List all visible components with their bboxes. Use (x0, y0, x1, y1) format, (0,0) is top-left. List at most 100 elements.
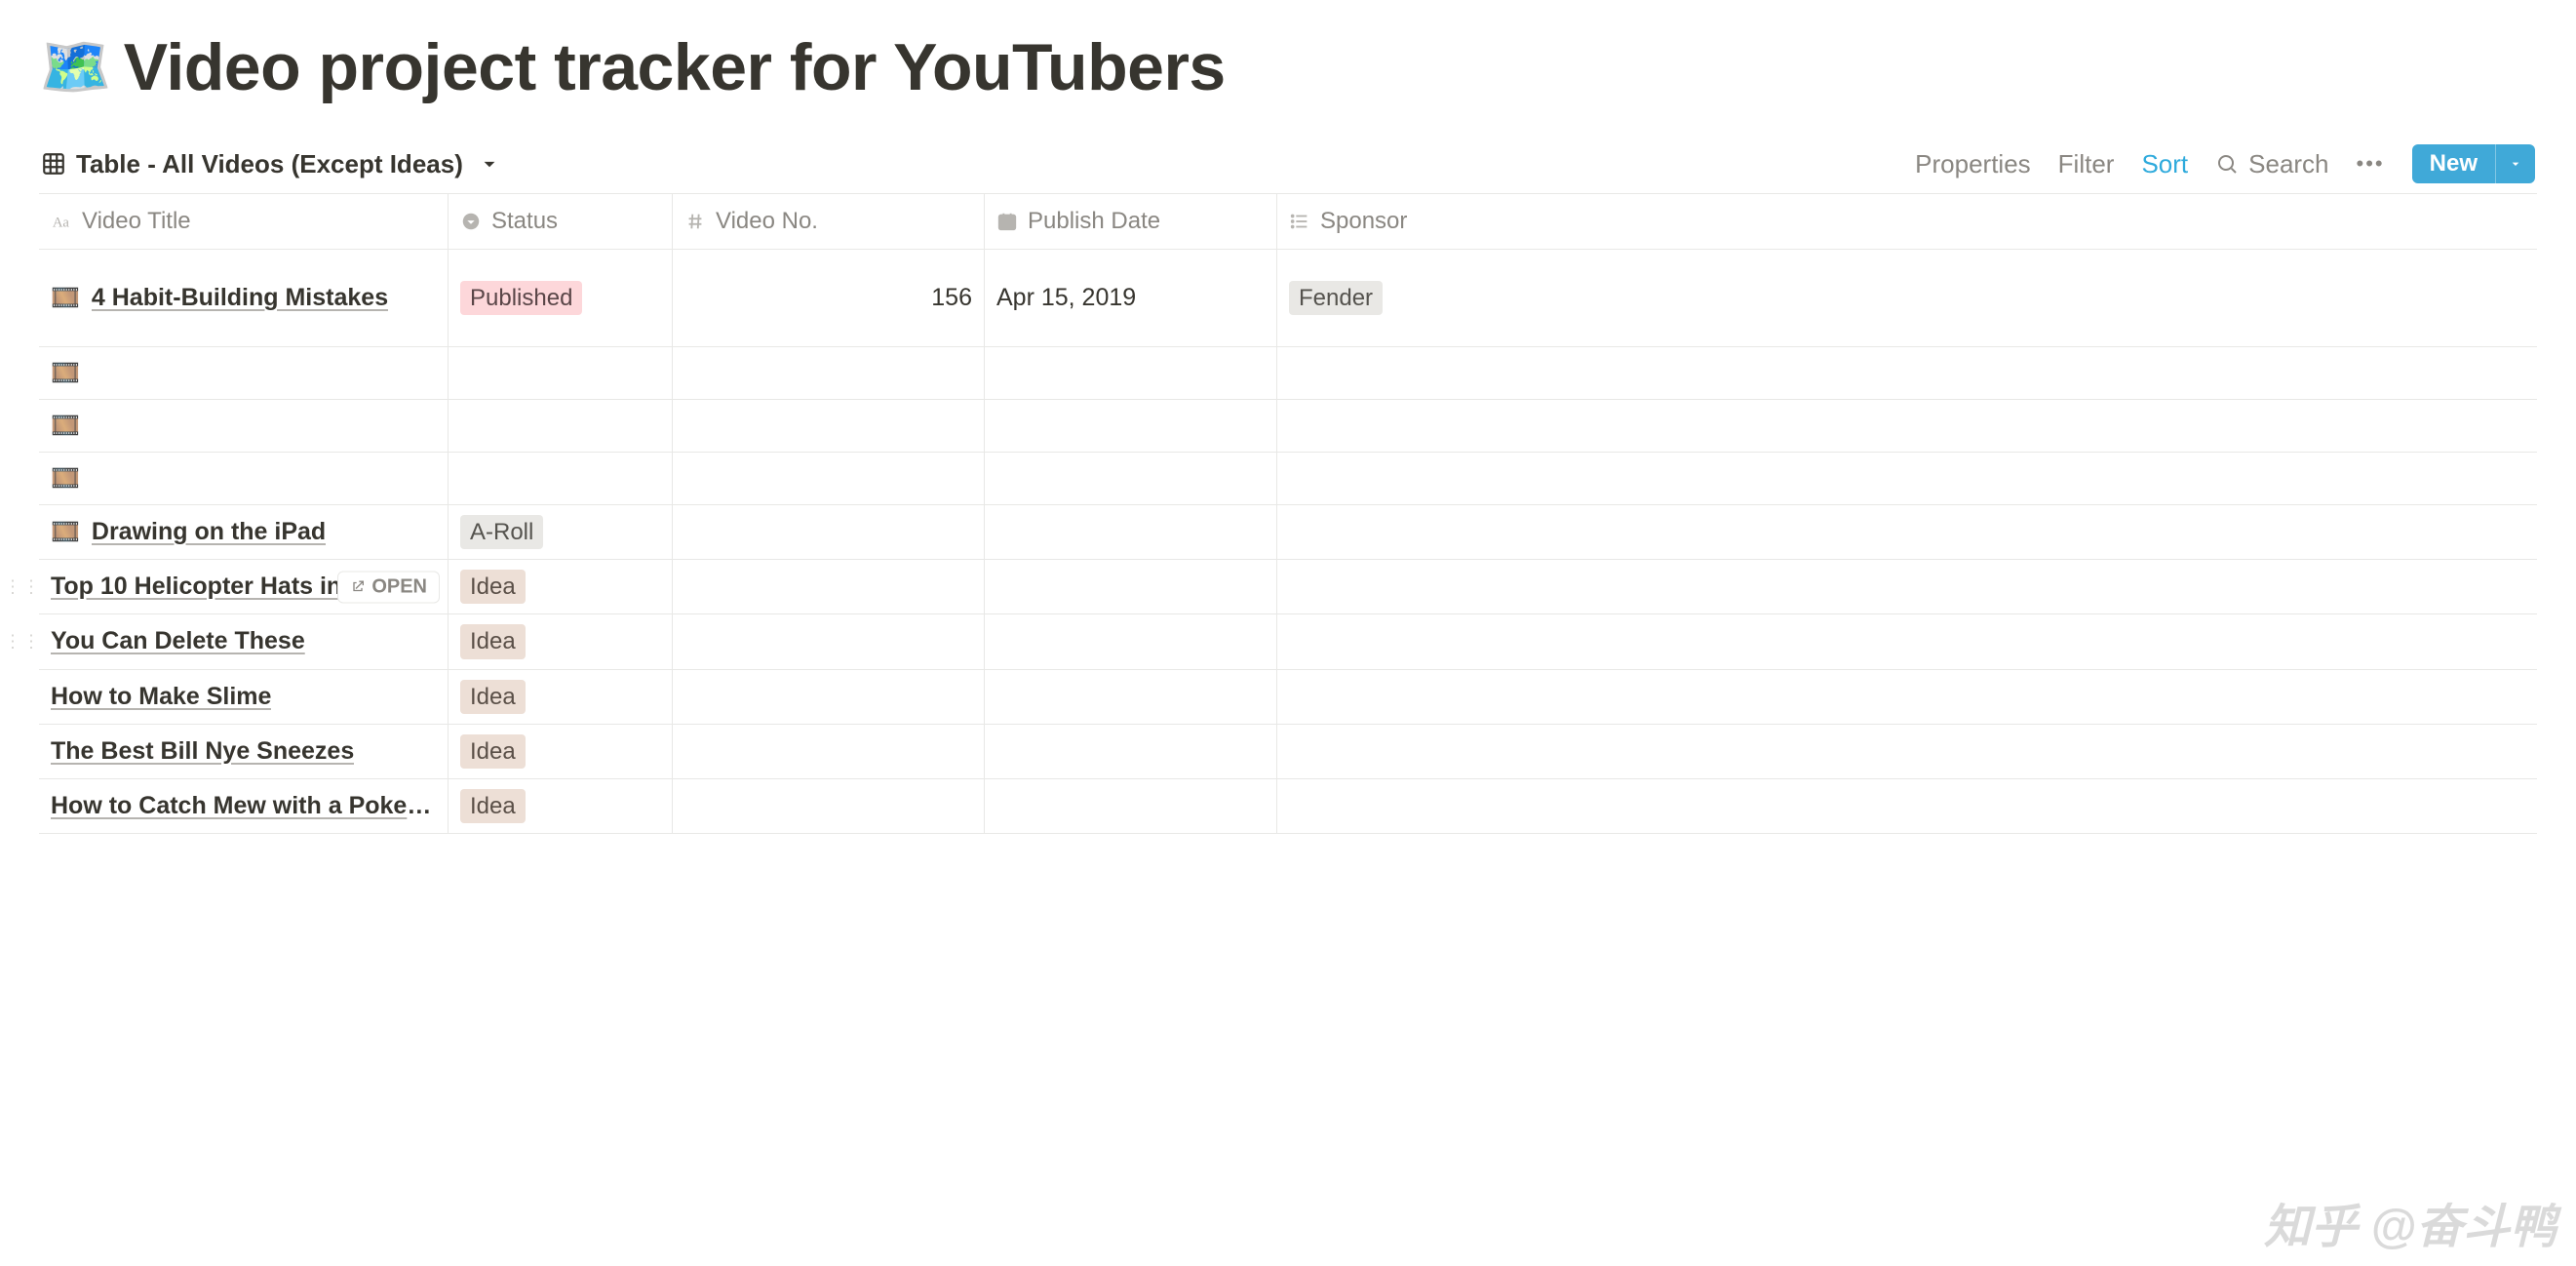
view-switcher[interactable]: Table - All Videos (Except Ideas) (41, 149, 502, 179)
publish-date-cell[interactable] (985, 505, 1277, 559)
table-row[interactable]: ⋮⋮Top 10 Helicopter Hats in MoviesOPENId… (39, 560, 2537, 614)
title-cell[interactable]: 🎞️ (39, 347, 449, 399)
sponsor-cell[interactable] (1277, 614, 1433, 668)
column-label: Publish Date (1028, 208, 1160, 235)
column-label: Status (491, 208, 558, 235)
page-title[interactable]: Video project tracker for YouTubers (124, 29, 1226, 105)
sponsor-cell[interactable] (1277, 453, 1433, 504)
title-cell[interactable]: 🎞️Drawing on the iPad (39, 505, 449, 559)
column-header-title[interactable]: Aa Video Title (39, 194, 449, 249)
video-no-cell[interactable] (673, 505, 985, 559)
video-no-cell[interactable]: 156 (673, 250, 985, 346)
publish-date-cell[interactable] (985, 560, 1277, 613)
page-row-icon: 🎞️ (51, 287, 80, 310)
open-page-button[interactable]: OPEN (337, 571, 440, 603)
status-cell[interactable]: A-Roll (449, 505, 673, 559)
publish-date-value: Apr 15, 2019 (996, 284, 1136, 312)
sponsor-cell[interactable] (1277, 560, 1433, 613)
status-cell[interactable]: Idea (449, 560, 673, 613)
column-header-publish-date[interactable]: Publish Date (985, 194, 1277, 249)
sponsor-cell[interactable] (1277, 347, 1433, 399)
column-header-sponsor[interactable]: Sponsor (1277, 194, 1433, 249)
properties-button[interactable]: Properties (1915, 149, 2031, 179)
table-row[interactable]: 🎞️4 Habit-Building MistakesPublished156 A… (39, 250, 2537, 347)
title-cell[interactable]: How to Make Slime (39, 670, 449, 724)
table-row[interactable]: 🎞️Drawing on the iPad A-Roll (39, 505, 2537, 560)
publish-date-cell[interactable] (985, 670, 1277, 724)
publish-date-cell[interactable] (985, 779, 1277, 833)
status-cell[interactable]: Published (449, 250, 673, 346)
title-cell[interactable]: You Can Delete These (39, 614, 449, 668)
table-row[interactable]: How to Make SlimeIdea (39, 670, 2537, 725)
select-property-icon (460, 211, 482, 232)
video-no-cell[interactable] (673, 779, 985, 833)
table-row[interactable]: How to Catch Mew with a Poke Ball Idea (39, 779, 2537, 834)
sponsor-cell[interactable]: Fender (1277, 250, 1433, 346)
table-body: 🎞️4 Habit-Building MistakesPublished156 A… (39, 250, 2537, 834)
publish-date-cell[interactable] (985, 400, 1277, 452)
sponsor-cell[interactable] (1277, 670, 1433, 724)
status-cell[interactable]: Idea (449, 670, 673, 724)
publish-date-cell[interactable] (985, 614, 1277, 668)
filter-button[interactable]: Filter (2058, 149, 2115, 179)
table-row[interactable]: ⋮⋮You Can Delete TheseIdea (39, 614, 2537, 669)
page-icon[interactable]: 🗺️ (39, 38, 112, 97)
title-cell[interactable]: Top 10 Helicopter Hats in MoviesOPEN (39, 560, 449, 613)
new-button[interactable]: New (2412, 144, 2495, 183)
drag-handle-icon[interactable]: ⋮⋮ (4, 631, 41, 652)
open-icon (350, 579, 366, 595)
column-header-video-no[interactable]: Video No. (673, 194, 985, 249)
video-no-cell[interactable] (673, 347, 985, 399)
sponsor-cell[interactable] (1277, 725, 1433, 778)
video-no-cell[interactable] (673, 614, 985, 668)
status-cell[interactable]: Idea (449, 725, 673, 778)
status-cell[interactable] (449, 400, 673, 452)
sponsor-cell[interactable] (1277, 400, 1433, 452)
drag-handle-icon[interactable]: ⋮⋮ (4, 576, 41, 597)
video-no-cell[interactable] (673, 453, 985, 504)
toolbar-right: Properties Filter Sort Search ••• New (1915, 144, 2535, 183)
column-header-status[interactable]: Status (449, 194, 673, 249)
status-cell[interactable] (449, 347, 673, 399)
sponsor-cell[interactable] (1277, 779, 1433, 833)
sponsor-pill: Fender (1289, 281, 1383, 315)
page-row-icon: 🎞️ (51, 415, 80, 438)
table-row[interactable]: 🎞️ (39, 453, 2537, 505)
publish-date-cell[interactable]: Apr 15, 2019 (985, 250, 1277, 346)
publish-date-cell[interactable] (985, 453, 1277, 504)
watermark: 知乎 @奋斗鸭 (2264, 1188, 2556, 1256)
sort-button[interactable]: Sort (2141, 149, 2188, 179)
title-cell[interactable]: 🎞️ (39, 400, 449, 452)
video-no-cell[interactable] (673, 670, 985, 724)
row-title: How to Catch Mew with a Poke Ball (51, 792, 436, 820)
search-button[interactable]: Search (2215, 149, 2328, 179)
new-dropdown-button[interactable] (2495, 144, 2535, 183)
status-pill: A-Roll (460, 515, 543, 549)
status-cell[interactable]: Idea (449, 779, 673, 833)
table-row[interactable]: The Best Bill Nye SneezesIdea (39, 725, 2537, 779)
title-cell[interactable]: 🎞️ (39, 453, 449, 504)
table-row[interactable]: 🎞️ (39, 347, 2537, 400)
search-label: Search (2248, 149, 2328, 179)
chevron-down-icon (2508, 156, 2523, 172)
status-cell[interactable]: Idea (449, 614, 673, 668)
status-pill: Idea (460, 789, 526, 823)
more-button[interactable]: ••• (2357, 151, 2385, 177)
publish-date-cell[interactable] (985, 347, 1277, 399)
row-title: You Can Delete These (51, 627, 305, 655)
video-no-cell[interactable] (673, 725, 985, 778)
svg-text:Aa: Aa (53, 216, 70, 231)
video-no-cell[interactable] (673, 400, 985, 452)
video-no-cell[interactable] (673, 560, 985, 613)
search-icon (2215, 152, 2239, 176)
status-cell[interactable] (449, 453, 673, 504)
publish-date-cell[interactable] (985, 725, 1277, 778)
table-row[interactable]: 🎞️ (39, 400, 2537, 453)
text-property-icon: Aa (51, 211, 72, 232)
sponsor-cell[interactable] (1277, 505, 1433, 559)
title-cell[interactable]: How to Catch Mew with a Poke Ball (39, 779, 449, 833)
date-property-icon (996, 211, 1018, 232)
page-row-icon: 🎞️ (51, 521, 80, 544)
title-cell[interactable]: The Best Bill Nye Sneezes (39, 725, 449, 778)
title-cell[interactable]: 🎞️4 Habit-Building Mistakes (39, 250, 449, 346)
